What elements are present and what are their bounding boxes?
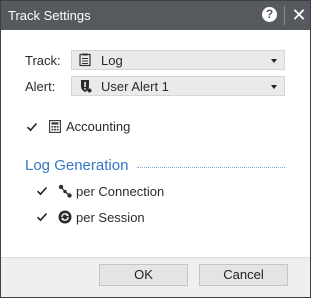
calculator-icon: [49, 120, 61, 133]
per-connection-label: per Connection: [76, 184, 165, 199]
track-select[interactable]: Log: [71, 50, 285, 70]
title-bar: Track Settings ? ✕: [1, 1, 310, 30]
title-bar-divider: [284, 6, 285, 25]
accounting-checkbox[interactable]: [26, 121, 38, 133]
accounting-label: Accounting: [66, 119, 131, 134]
dialog-content: Track: Log Alert: User Alert 1 Accountin…: [1, 30, 310, 257]
help-icon[interactable]: ?: [262, 7, 277, 22]
log-generation-heading: Log Generation: [25, 157, 129, 174]
per-session-label: per Session: [76, 210, 145, 225]
close-icon[interactable]: ✕: [290, 5, 308, 25]
chevron-down-icon: [271, 59, 277, 63]
ok-button[interactable]: OK: [99, 264, 188, 286]
per-session-checkbox[interactable]: [36, 211, 48, 223]
track-label: Track:: [25, 53, 61, 68]
alert-select[interactable]: User Alert 1: [71, 76, 285, 96]
alert-shield-icon: [81, 80, 92, 93]
log-document-icon: [79, 53, 91, 67]
track-value: Log: [101, 53, 123, 68]
session-sync-icon: [58, 210, 72, 224]
cancel-button[interactable]: Cancel: [199, 264, 288, 286]
track-settings-dialog: Track Settings ? ✕ Track: Log Alert: Use…: [0, 0, 311, 298]
connection-nodes-icon: [58, 184, 72, 198]
per-connection-checkbox[interactable]: [36, 185, 48, 197]
window-title: Track Settings: [8, 8, 91, 23]
alert-label: Alert:: [25, 79, 56, 94]
chevron-down-icon: [271, 85, 277, 89]
dialog-footer: OK Cancel: [1, 257, 310, 297]
alert-value: User Alert 1: [101, 79, 169, 94]
section-divider: [137, 167, 285, 168]
